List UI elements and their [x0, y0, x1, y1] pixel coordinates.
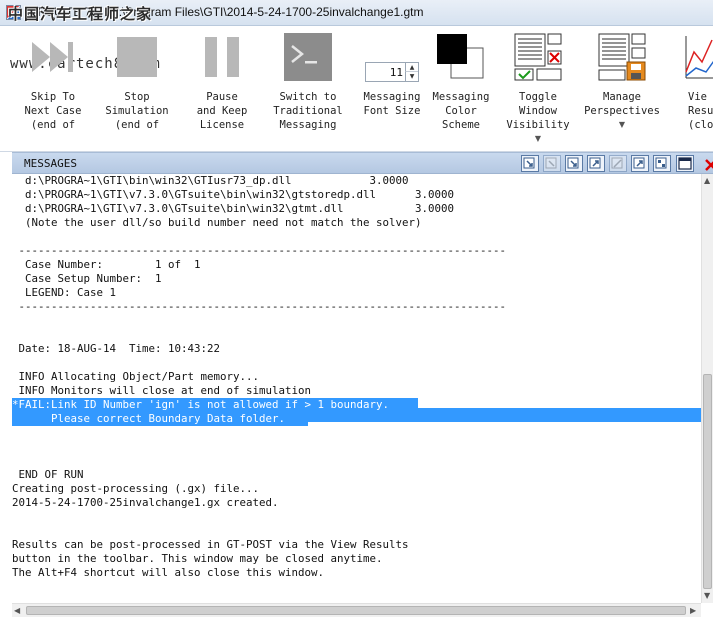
message-line: *FAIL:Link ID Number 'ign' is not allowe…	[12, 398, 418, 412]
font-size-down-button[interactable]: ▼	[405, 72, 418, 81]
message-line: d:\PROGRA~1\GTI\v7.3.0\GTsuite\bin\win32…	[12, 188, 455, 201]
switch-label: Switch to Traditional Messaging	[273, 91, 343, 131]
maximize-panel-button[interactable]	[676, 155, 694, 172]
scroll-down-arrow-icon[interactable]: ▼	[704, 591, 710, 601]
message-line: Date: 18-AUG-14 Time: 10:43:22	[12, 342, 221, 355]
perspectives-icon	[598, 33, 646, 81]
pause-icon	[205, 37, 239, 77]
message-line: Case Setup Number: 1	[12, 272, 162, 285]
scroll-down-button[interactable]	[565, 155, 583, 172]
terminal-icon	[284, 33, 332, 81]
message-line: END OF RUN	[12, 468, 84, 481]
pause-label: Pause and Keep License	[196, 91, 248, 131]
scroll-down-icon	[567, 157, 579, 169]
message-line: 2014-5-24-1700-25invalchange1.gx created…	[12, 496, 279, 509]
message-line: The Alt+F4 shortcut will also close this…	[12, 566, 325, 579]
scroll-left-arrow-icon[interactable]: ◀	[14, 606, 20, 616]
skip-forward-icon	[32, 42, 73, 72]
vertical-scrollbar[interactable]: ▲ ▼	[701, 174, 713, 603]
message-line: d:\PROGRA~1\GTI\v7.3.0\GTsuite\bin\win32…	[12, 202, 455, 215]
perspectives-dropdown-chevron-icon[interactable]: ▼	[581, 120, 663, 130]
message-line: ----------------------------------------…	[12, 300, 507, 313]
messaging-color-scheme-button[interactable]: Messaging Color Scheme	[420, 32, 502, 132]
color-scheme-icon	[437, 34, 484, 79]
message-line: Case Number: 1 of 1	[12, 258, 201, 271]
message-line: Please correct Boundary Data folder.	[12, 412, 308, 426]
window-icon	[678, 157, 692, 170]
pop-out-icon	[633, 157, 645, 169]
stop-icon	[117, 37, 157, 77]
vertical-scrollbar-thumb[interactable]	[703, 374, 712, 589]
filter-button[interactable]	[653, 155, 671, 172]
results-label: Vie Resu (close	[688, 91, 713, 131]
font-size-up-button[interactable]: ▲	[405, 63, 418, 72]
message-line: ----------------------------------------…	[12, 244, 507, 257]
filter-icon	[655, 157, 667, 169]
message-line: INFO Monitors will close at end of simul…	[12, 384, 312, 397]
ribbon-toolbar: www.cartech8.com Skip To Next Case (end …	[0, 26, 713, 152]
messages-title: MESSAGES	[24, 157, 77, 170]
expand-icon	[589, 157, 601, 169]
status-bar	[0, 617, 713, 633]
scroll-right-arrow-icon[interactable]: ▶	[690, 606, 696, 616]
window-visibility-icon	[514, 33, 562, 81]
title-bar: GT-SUITE 7.3 - 2:\Program Files\GTI\2014…	[0, 0, 713, 26]
message-line: INFO Allocating Object/Part memory...	[12, 370, 260, 383]
message-line: LEGEND: Case 1	[12, 286, 117, 299]
results-chart-icon	[685, 36, 713, 79]
scroll-up-icon	[545, 157, 557, 169]
message-line: (Note the user dll/so build number need …	[12, 216, 422, 229]
left-gutter	[0, 152, 12, 617]
messages-log[interactable]: d:\PROGRA~1\GTI\bin\win32\GTIusr73_dp.dl…	[12, 174, 701, 603]
message-line: d:\PROGRA~1\GTI\bin\win32\GTIusr73_dp.dl…	[12, 174, 409, 187]
toggle-window-visibility-button[interactable]: Toggle Window Visibility ▼	[497, 32, 579, 144]
watermark: 中国汽车工程师之家	[8, 5, 153, 23]
horizontal-scrollbar[interactable]: ◀ ▶	[12, 603, 701, 617]
scroll-top-icon	[523, 157, 535, 169]
scroll-up-button[interactable]	[543, 155, 561, 172]
stop-label: Stop Simulation (end of	[105, 91, 169, 131]
font-size-stepper[interactable]: 11 ▲ ▼	[365, 62, 419, 82]
horizontal-scrollbar-thumb[interactable]	[26, 606, 686, 615]
edit-icon	[611, 157, 623, 169]
close-icon[interactable]	[700, 156, 713, 172]
message-line: Creating post-processing (.gx) file...	[12, 482, 260, 495]
skip-to-next-case-button[interactable]: Skip To Next Case (end of	[12, 32, 94, 132]
messages-panel-header: MESSAGES	[12, 152, 713, 174]
color-scheme-label: Messaging Color Scheme	[432, 91, 490, 131]
stop-simulation-button[interactable]: Stop Simulation (end of	[96, 32, 178, 132]
pause-keep-license-button[interactable]: Pause and Keep License	[181, 32, 263, 132]
scroll-to-top-button[interactable]	[521, 155, 539, 172]
message-line: Results can be post-processed in GT-POST…	[12, 538, 409, 551]
scroll-up-arrow-icon[interactable]: ▲	[704, 176, 710, 186]
edit-button[interactable]	[609, 155, 627, 172]
perspectives-label: Manage Perspectives	[584, 91, 660, 117]
skip-label: Skip To Next Case (end of	[24, 91, 82, 131]
switch-traditional-messaging-button[interactable]: Switch to Traditional Messaging	[267, 32, 349, 132]
expand-button[interactable]	[587, 155, 605, 172]
message-line: button in the toolbar. This window may b…	[12, 552, 383, 565]
toggle-dropdown-chevron-icon[interactable]: ▼	[497, 134, 579, 144]
pop-out-button[interactable]	[631, 155, 649, 172]
toggle-label: Toggle Window Visibility	[506, 91, 570, 131]
manage-perspectives-button[interactable]: Manage Perspectives ▼	[581, 32, 663, 130]
view-results-button[interactable]: Vie Resu (close	[672, 32, 713, 132]
font-size-value: 11	[389, 66, 403, 79]
